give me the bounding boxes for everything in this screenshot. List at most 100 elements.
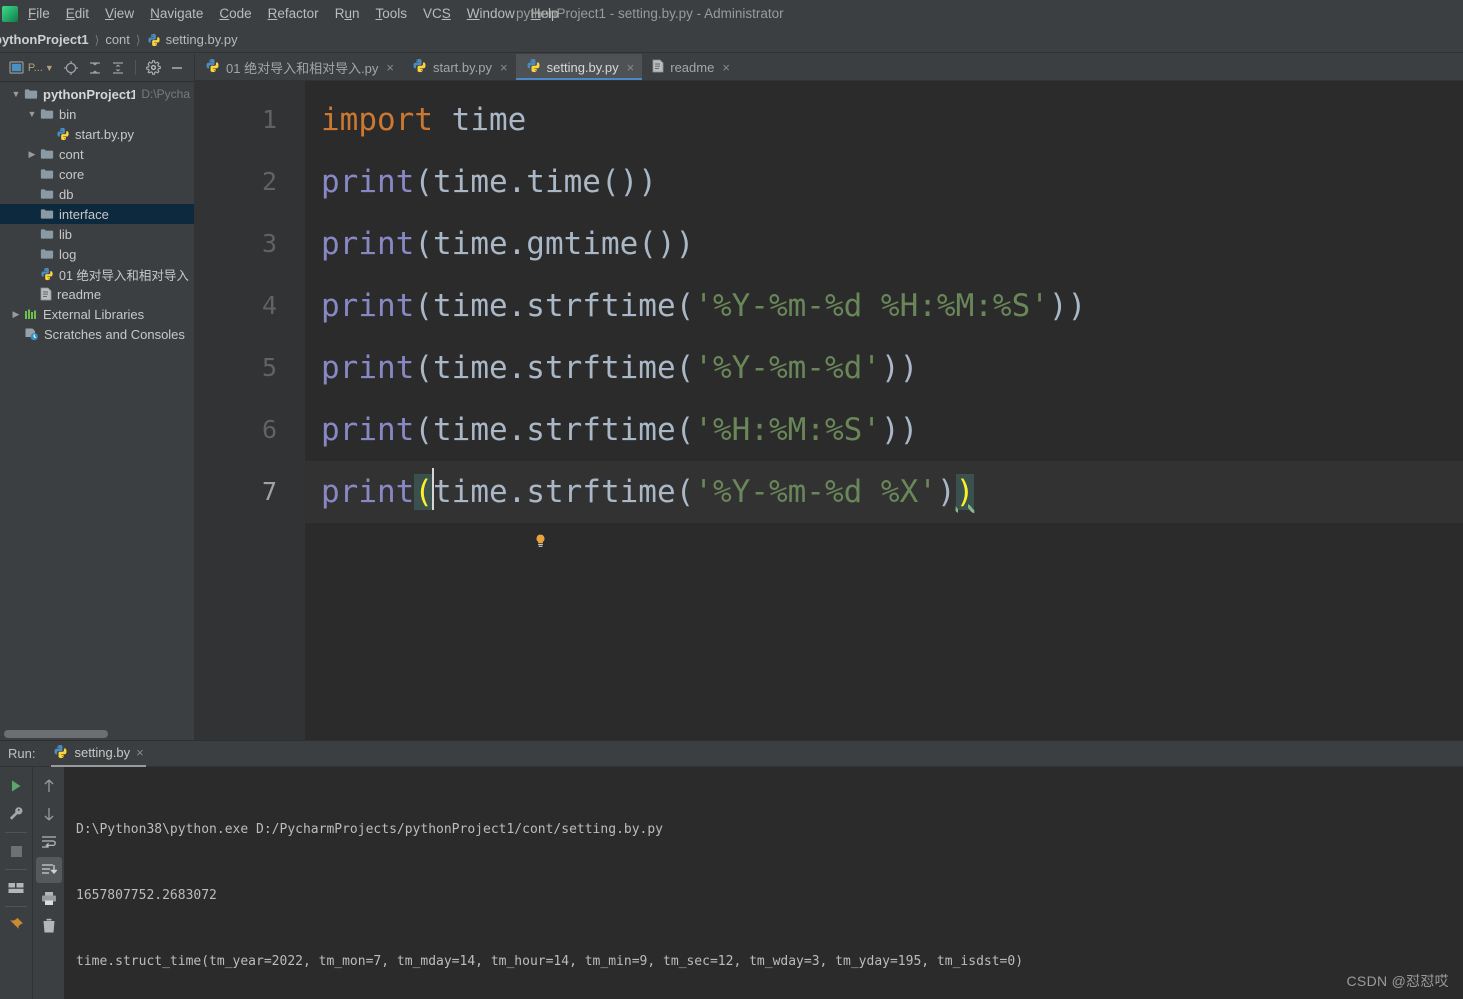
tab-readme[interactable]: readme × [642,54,738,80]
project-horizontal-scrollbar[interactable] [0,728,194,740]
python-file-icon [526,58,541,76]
matching-bracket-close: ) [955,474,975,510]
string-literal: '%Y-%m-%d' [694,350,881,386]
clear-all-button[interactable] [36,913,62,939]
code-line-4[interactable]: print(time.strftime('%Y-%m-%d %H:%M:%S')… [305,275,1463,337]
project-tool-window: P... ▼ ▼ pythonProject1 D:\Pycha ▼ bin s… [0,54,195,740]
run-tool-header: Run: setting.by × [0,741,1463,767]
fn-print: print [321,474,415,510]
fn-print: print [321,288,415,324]
run-console-output[interactable]: D:\Python38\python.exe D:/PycharmProject… [64,767,1463,999]
chevron-down-icon[interactable]: ▼ [8,89,24,99]
tree-item-start-by-py[interactable]: start.by.py [0,124,194,144]
chevron-right-icon[interactable]: ▶ [8,309,24,320]
code-line-5[interactable]: print(time.strftime('%Y-%m-%d')) [305,337,1463,399]
close-icon[interactable]: × [136,745,144,760]
run-tab-setting-by[interactable]: setting.by × [47,741,149,767]
code-line-6[interactable]: print(time.strftime('%H:%M:%S')) [305,399,1463,547]
tree-item-label: interface [59,206,109,222]
tree-item-log[interactable]: log [0,244,194,264]
tree-item-label: pythonProject1 [43,86,136,102]
menu-refactor[interactable]: Refactor [260,3,327,24]
tab-setting-by-py[interactable]: setting.by.py × [515,54,643,80]
menu-code[interactable]: Code [211,3,259,24]
tree-item-label: lib [59,226,73,242]
breadcrumb: pythonProject1 ⟩ cont ⟩ setting.by.py [0,27,1463,53]
code-line-3[interactable]: print(time.gmtime()) [305,213,1463,275]
menu-tools[interactable]: Tools [367,3,415,24]
hide-panel-icon[interactable] [166,57,188,79]
code-editor[interactable]: 1 2 3 4 5 6 7 import time print(time.tim… [195,81,1463,740]
expand-all-icon[interactable] [84,57,106,79]
line-number: 2 [261,167,277,196]
tab-absolute-relative-import-py[interactable]: 01 绝对导入和相对导入.py × [195,54,402,80]
menu-window[interactable]: Window [459,3,523,24]
pin-tab-button[interactable] [3,912,29,938]
debug-wrench-button[interactable] [3,801,29,827]
code-line-1[interactable]: import time [305,89,1463,151]
breadcrumb-folder[interactable]: cont [105,32,130,47]
soft-wrap-button[interactable] [36,829,62,855]
layout-button[interactable] [3,875,29,901]
breadcrumb-file[interactable]: setting.by.py [147,32,238,47]
tree-item-label: cont [59,146,84,162]
code-line-7[interactable]: print(time.strftime('%Y-%m-%d %X')) [305,461,1463,523]
menu-view[interactable]: View [97,3,142,24]
tab-start-by-py[interactable]: start.by.py × [402,54,516,80]
settings-gear-icon[interactable] [142,57,164,79]
code-text[interactable]: import time print(time.time()) print(tim… [305,81,1463,740]
menu-run[interactable]: Run [327,3,368,24]
folder-icon [40,208,54,220]
tree-item-scratches-and-consoles[interactable]: Scratches and Consoles [0,324,194,344]
matching-bracket-open: ( [414,474,433,510]
python-file-icon [147,33,161,47]
print-button[interactable] [36,885,62,911]
close-icon[interactable]: × [627,60,635,75]
menu-file[interactable]: File [20,3,58,24]
fn-print: print [321,412,415,448]
project-view-selector[interactable] [6,57,28,79]
tree-item-core[interactable]: core [0,164,194,184]
close-icon[interactable]: × [500,60,508,75]
project-view-label[interactable]: P... [28,62,43,74]
tree-item-bin[interactable]: ▼ bin [0,104,194,124]
tree-item-cont[interactable]: ▶ cont [0,144,194,164]
tree-item-pythonproject1[interactable]: ▼ pythonProject1 D:\Pycha [0,84,194,104]
tree-item-lib[interactable]: lib [0,224,194,244]
close-icon[interactable]: × [386,60,394,75]
menu-edit[interactable]: Edit [58,3,97,24]
stop-button[interactable] [3,838,29,864]
locate-icon[interactable] [60,57,82,79]
python-file-icon [56,127,70,141]
line-number-gutter: 1 2 3 4 5 6 7 [195,81,305,740]
rerun-button[interactable] [3,773,29,799]
run-label: Run: [8,746,36,761]
scroll-up-button[interactable] [36,773,62,799]
scrollbar-thumb[interactable] [4,730,108,738]
tab-label: 01 绝对导入和相对导入.py [226,60,379,76]
tree-item-label: bin [59,106,77,122]
breadcrumb-project[interactable]: pythonProject1 [0,32,89,47]
code-line-2[interactable]: print(time.time()) [305,151,1463,213]
line-number: 3 [261,229,277,258]
chevron-down-icon[interactable]: ▼ [24,109,40,119]
tree-item-label: start.by.py [75,126,135,142]
intention-bulb-icon[interactable] [311,445,545,547]
tree-item-db[interactable]: db [0,184,194,204]
chevron-right-icon[interactable]: ▶ [24,149,40,160]
string-literal: '%H:%M:%S' [694,412,881,448]
close-icon[interactable]: × [722,60,730,75]
tree-item-label: db [59,186,74,202]
tree-item-interface[interactable]: interface [0,204,194,224]
tree-item-external-libraries[interactable]: ▶ External Libraries [0,304,194,324]
tree-item-readme[interactable]: readme [0,284,194,304]
collapse-all-icon[interactable] [108,57,130,79]
python-file-icon [205,58,220,76]
scroll-to-end-button[interactable] [35,857,62,883]
menu-vcs[interactable]: VCS [415,3,459,24]
menu-navigate[interactable]: Navigate [142,3,211,24]
chevron-down-icon[interactable]: ▼ [45,63,54,73]
tree-item-absolute-relative-import-py[interactable]: 01 绝对导入和相对导入.p [0,264,194,284]
console-line: time.struct_time(tm_year=2022, tm_mon=7,… [76,954,1024,969]
scroll-down-button[interactable] [36,801,62,827]
